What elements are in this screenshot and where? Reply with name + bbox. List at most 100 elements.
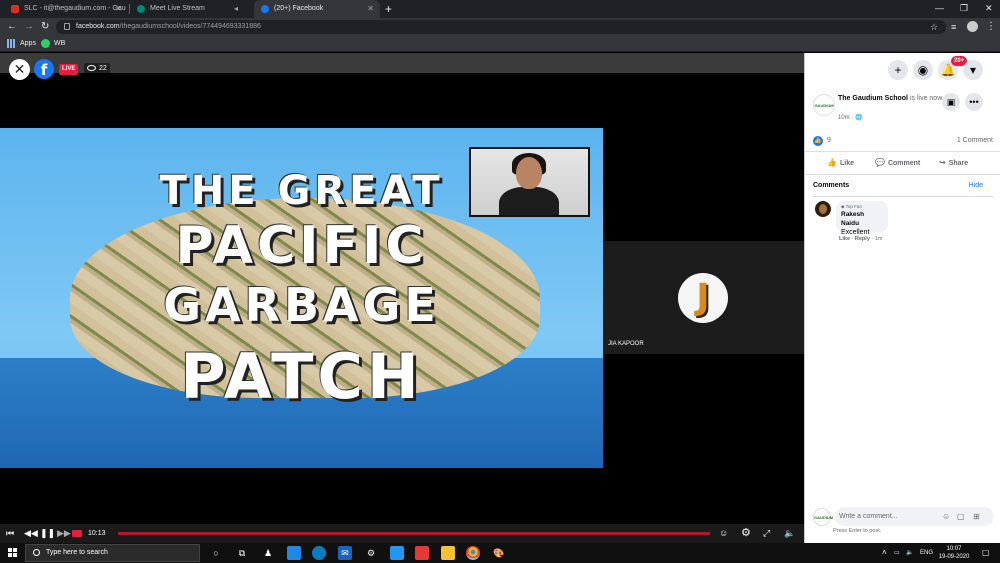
url-text[interactable]: facebook.com/thegaudiumschool/videos/774…: [76, 20, 261, 34]
taskbar-search-box[interactable]: Type here to search: [25, 544, 200, 562]
messenger-button[interactable]: ◉: [913, 60, 933, 80]
menu-kebab-icon[interactable]: ⋮: [986, 18, 996, 36]
settings-gear-icon[interactable]: ⚙: [741, 524, 751, 543]
tab-meet-live-stream[interactable]: Meet Live Stream ◂: [130, 0, 252, 18]
windows-start-icon[interactable]: [8, 548, 18, 558]
profile-avatar[interactable]: [967, 21, 978, 32]
clock-date: 19-09-2020: [938, 554, 970, 560]
app-window-icon[interactable]: [390, 546, 404, 560]
reload-icon[interactable]: ↻: [41, 18, 49, 36]
media-control-icon[interactable]: ≡: [951, 18, 956, 36]
skip-back-icon[interactable]: ⏮: [6, 524, 14, 543]
bookmark-wb[interactable]: WB: [41, 36, 65, 52]
comment-reply-link[interactable]: Reply: [855, 236, 870, 242]
participant-tile: J JIA KAPOOR: [603, 241, 804, 354]
gif-icon[interactable]: ⊞: [973, 512, 980, 521]
chrome-icon[interactable]: [466, 546, 480, 560]
facebook-logo-icon[interactable]: f: [34, 59, 54, 79]
restore-icon[interactable]: ❐: [960, 0, 968, 16]
emoji-icon[interactable]: ☺: [942, 512, 950, 521]
comment-like-link[interactable]: Like: [839, 236, 850, 242]
settings-icon[interactable]: ⚙: [364, 546, 378, 560]
store-icon[interactable]: [287, 546, 301, 560]
expand-icon[interactable]: ⤢: [763, 524, 770, 543]
task-view-icon[interactable]: ⧉: [235, 546, 249, 560]
bookmark-label: WB: [54, 40, 66, 47]
mail-icon[interactable]: ✉: [338, 546, 352, 560]
windows-taskbar: Type here to search ○ ⧉ ♟ ✉ ⚙ 🎨 ˄ ▭ 🔈 EN…: [0, 543, 1000, 563]
save-post-button[interactable]: ▣: [942, 93, 960, 111]
page-name-link[interactable]: The Gaudium School: [838, 95, 908, 102]
participant-avatar: J: [678, 273, 728, 323]
app-icon[interactable]: ♟: [261, 546, 275, 560]
volume-icon[interactable]: 🔈: [784, 524, 795, 543]
forward-arrow-icon[interactable]: →: [24, 18, 34, 36]
tab-facebook[interactable]: (20+) Facebook ✕: [254, 0, 380, 18]
address-bar[interactable]: facebook.com/thegaudiumschool/videos/774…: [56, 20, 946, 34]
like-button[interactable]: 👍 Like: [827, 152, 854, 175]
back-arrow-icon[interactable]: ←: [7, 18, 17, 36]
tab-title: SLC - it@thegaudium.com - Gau: [24, 5, 126, 12]
volume-tray-icon[interactable]: 🔈: [906, 543, 913, 563]
bookmark-label: Apps: [20, 40, 36, 47]
system-clock[interactable]: 10:07 19-09-2020: [937, 545, 971, 561]
create-button[interactable]: +: [888, 60, 908, 80]
close-tab-icon[interactable]: ✕: [115, 0, 122, 18]
share-button[interactable]: ↪ Share: [939, 152, 968, 175]
comment-count[interactable]: 1 Comment: [957, 135, 993, 147]
badge-label: Top Fan: [845, 204, 862, 209]
video-player[interactable]: ✕ f LIVE 22 THE GREAT PACIFIC GARBAGE PA…: [0, 53, 804, 543]
media-app-icon[interactable]: [415, 546, 429, 560]
hide-comments-link[interactable]: Hide: [969, 182, 983, 189]
fast-forward-icon[interactable]: ▶▶: [57, 524, 71, 543]
minimize-icon[interactable]: —: [935, 0, 944, 16]
network-icon[interactable]: ▭: [894, 543, 900, 563]
close-icon: ✕: [13, 61, 26, 77]
close-window-icon[interactable]: ✕: [985, 0, 993, 16]
tray-chevron-icon[interactable]: ˄: [882, 543, 887, 563]
edge-icon[interactable]: [312, 546, 326, 560]
page-avatar[interactable]: GAUDIUM: [813, 94, 835, 116]
paint-icon[interactable]: 🎨: [492, 546, 506, 560]
progress-bar[interactable]: [118, 532, 710, 535]
post-options-button[interactable]: •••: [965, 93, 983, 111]
language-indicator[interactable]: ENG: [920, 543, 933, 563]
bookmark-star-icon[interactable]: ☆: [930, 18, 938, 36]
commenter-name[interactable]: Rakesh Naidu: [841, 210, 883, 228]
rewind-icon[interactable]: ◀◀: [24, 524, 38, 543]
new-tab-button[interactable]: +: [385, 0, 392, 18]
browser-toolbar: ← → ↻ facebook.com/thegaudiumschool/vide…: [0, 18, 1000, 36]
speech-bubble-icon: 💬: [875, 158, 885, 167]
tab-title: Meet Live Stream: [150, 5, 205, 12]
video-top-bar: [0, 53, 804, 73]
close-video-button[interactable]: ✕: [9, 59, 30, 80]
captions-icon[interactable]: ☺: [719, 524, 728, 543]
comment-input[interactable]: [835, 507, 935, 526]
bookmark-apps[interactable]: Apps: [7, 36, 36, 52]
close-tab-icon[interactable]: ✕: [367, 0, 374, 18]
account-menu-button[interactable]: ▾: [963, 60, 983, 80]
presenter-body: [499, 187, 559, 215]
current-time: 10:13: [88, 530, 106, 537]
browser-tab-bar: SLC - it@thegaudium.com - Gau ✕ Meet Liv…: [0, 0, 1000, 18]
file-explorer-icon[interactable]: [441, 546, 455, 560]
like-count[interactable]: 9: [827, 135, 831, 147]
lock-icon: [64, 23, 70, 30]
share-arrow-icon: ↪: [939, 158, 946, 167]
comment-time[interactable]: 1m: [875, 236, 883, 242]
thumbs-up-icon: 👍: [827, 158, 837, 167]
taskbar-search-placeholder: Type here to search: [46, 549, 108, 556]
comment-button[interactable]: 💬 Comment: [875, 152, 920, 175]
cortana-icon[interactable]: ○: [209, 546, 223, 560]
camera-icon[interactable]: ▢: [957, 512, 965, 521]
ellipsis-icon: •••: [969, 97, 979, 107]
commenter-avatar[interactable]: [815, 201, 831, 217]
post-timestamp[interactable]: 10m · 🌐: [838, 114, 862, 121]
caret-down-icon: ▾: [969, 63, 977, 77]
viewer-count: 22: [84, 63, 110, 75]
pause-icon[interactable]: ❚❚: [40, 524, 55, 543]
tab-gmail[interactable]: SLC - it@thegaudium.com - Gau ✕: [4, 0, 128, 18]
action-center-icon[interactable]: ▢: [982, 543, 990, 563]
comment-label: Comment: [887, 160, 921, 167]
reactions-summary: 👍 9 1 Comment: [813, 135, 993, 147]
